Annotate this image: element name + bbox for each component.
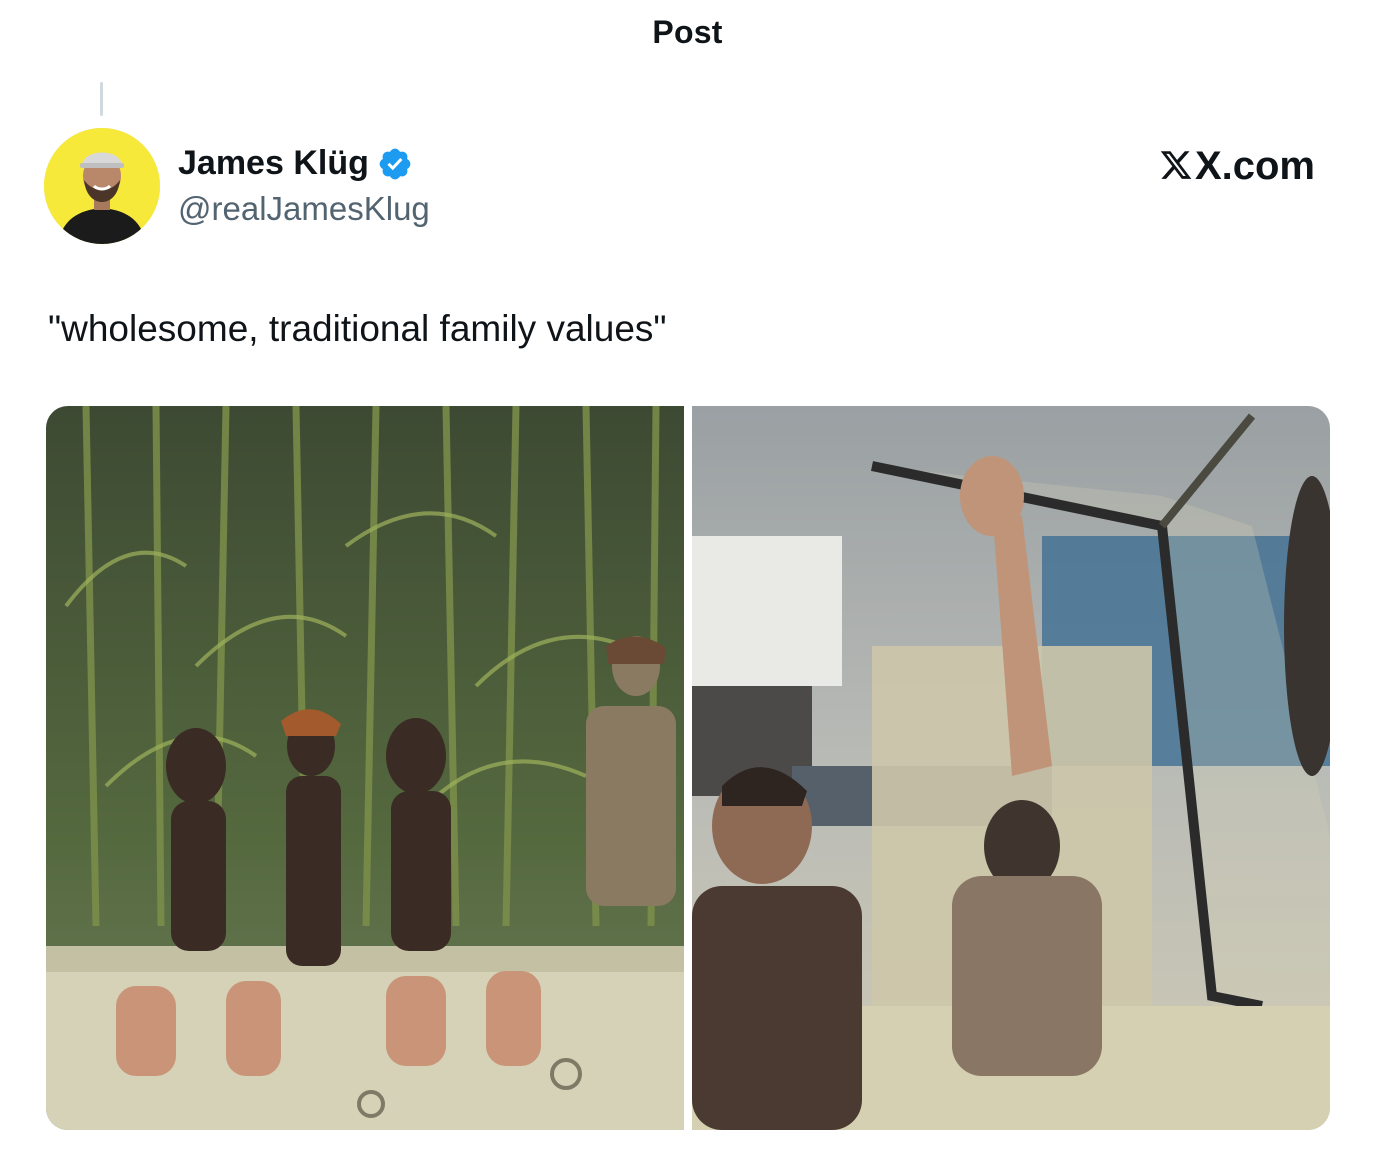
source-watermark: X.com [1159, 144, 1315, 189]
author-handle[interactable]: @realJamesKlug [178, 190, 430, 228]
author-name-row[interactable]: James Klüg [178, 144, 413, 183]
media-grid[interactable] [46, 406, 1330, 1130]
source-domain: X.com [1194, 144, 1315, 188]
thread-connector-line [100, 82, 103, 116]
x-logo-icon [1160, 151, 1192, 179]
photo-cornfield-stage [46, 406, 684, 1130]
avatar-person-icon [44, 128, 160, 244]
author-display-name[interactable]: James Klüg [178, 144, 369, 183]
page-title: Post [652, 13, 723, 50]
top-bar: Post [0, 0, 1375, 70]
photo-stadium-truck [692, 406, 1330, 1130]
verified-badge-icon [379, 148, 411, 179]
post-text: "wholesome, traditional family values" [48, 308, 667, 349]
media-photo-left[interactable] [46, 406, 684, 1130]
avatar[interactable] [44, 128, 160, 244]
media-photo-right[interactable] [692, 406, 1330, 1130]
